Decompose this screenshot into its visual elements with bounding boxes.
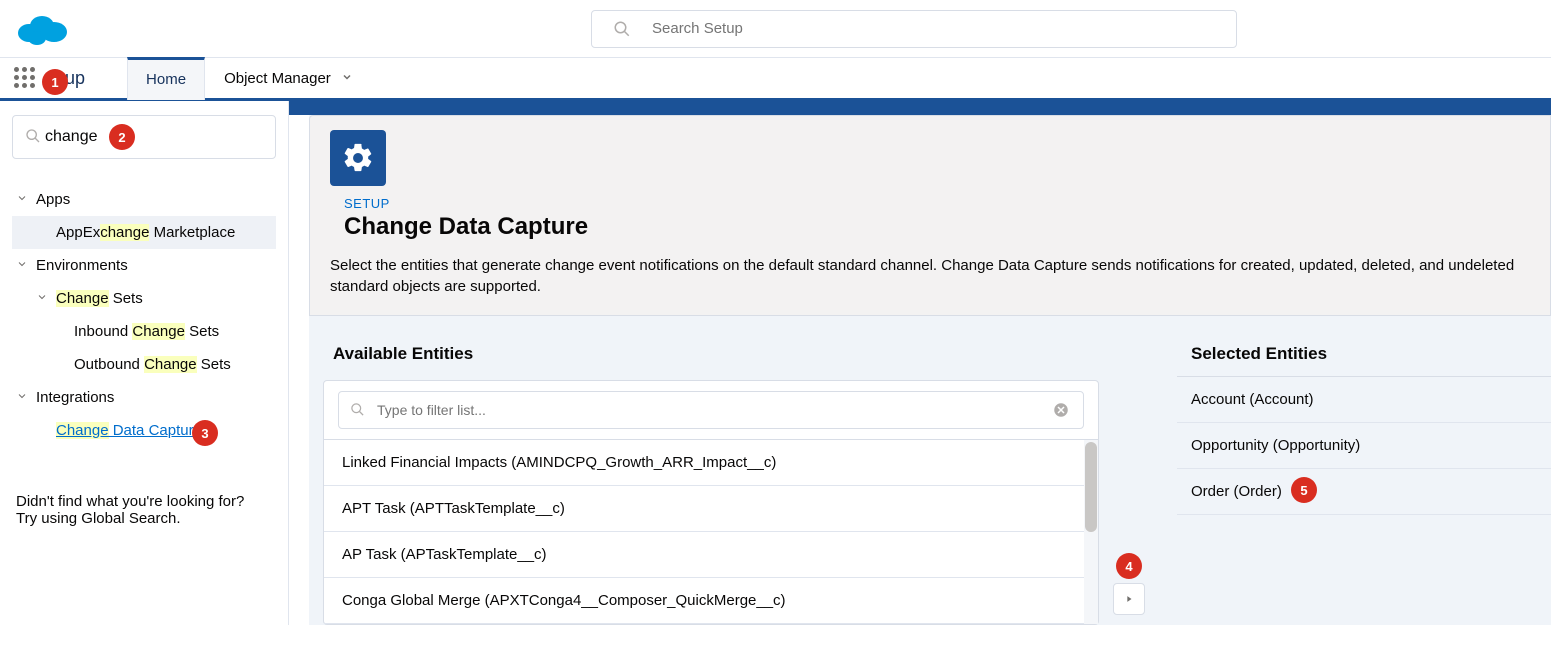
dual-listbox: Available Entities Linked Financial Impa… (309, 324, 1551, 625)
annotation-marker-1: 1 (42, 69, 68, 95)
tree-label-integrations: Integrations (36, 389, 114, 406)
tab-home[interactable]: Home (127, 57, 205, 100)
selected-list: Account (Account) Opportunity (Opportuni… (1177, 376, 1551, 515)
transfer-buttons: 4 (1099, 332, 1159, 625)
tab-object-manager[interactable]: Object Manager (205, 57, 372, 100)
tree-item-label: Outbound Change Sets (74, 356, 231, 373)
filter-row (324, 381, 1098, 439)
search-icon (613, 20, 631, 41)
tree-node-integrations[interactable]: Integrations (12, 381, 276, 414)
page-header: SETUP Change Data Capture Select the ent… (309, 115, 1551, 316)
tree-label-environments: Environments (36, 257, 128, 274)
chevron-down-icon (16, 257, 30, 274)
tree-item-change-data-capture[interactable]: Change Data Capture 3 (12, 414, 276, 447)
global-search (591, 10, 1237, 48)
tree-item-inbound-change-sets[interactable]: Inbound Change Sets (12, 315, 276, 348)
list-item[interactable]: Opportunity (Opportunity) (1177, 423, 1551, 469)
nav-tabs: Home Object Manager (127, 57, 372, 100)
gear-icon (330, 130, 386, 186)
annotation-marker-4: 4 (1116, 553, 1142, 579)
tree-item-outbound-change-sets[interactable]: Outbound Change Sets (12, 348, 276, 381)
filter-input[interactable] (338, 391, 1084, 429)
waffle-icon (14, 67, 36, 89)
chevron-down-icon (341, 70, 353, 87)
list-item[interactable]: AP Task (APTaskTemplate__c) (324, 532, 1098, 578)
list-item[interactable]: APT Task (APTTaskTemplate__c) (324, 486, 1098, 532)
selected-entities-column: Selected Entities Account (Account) Oppo… (1177, 332, 1551, 625)
clear-icon[interactable] (1052, 401, 1070, 422)
annotation-marker-5: 5 (1291, 477, 1317, 503)
tree-node-apps[interactable]: Apps (12, 183, 276, 216)
setup-search: 2 (12, 115, 276, 159)
tree-item-appexchange[interactable]: AppExchange Marketplace (12, 216, 276, 249)
sidebar-help-text: Didn't find what you're looking for? Try… (12, 493, 276, 527)
annotation-marker-2: 2 (109, 124, 135, 150)
available-list: Linked Financial Impacts (AMINDCPQ_Growt… (324, 439, 1098, 624)
tree-item-label: Change Data Capture (56, 422, 202, 439)
list-item[interactable]: Linked Financial Impacts (AMINDCPQ_Growt… (324, 440, 1098, 486)
tree-label-apps: Apps (36, 191, 70, 208)
setup-search-input[interactable] (27, 128, 261, 146)
nav-bar: 1 etup Home Object Manager (0, 58, 1551, 101)
app-launcher[interactable]: 1 etup (0, 67, 99, 89)
scrollbar[interactable] (1084, 440, 1098, 624)
tab-object-manager-label: Object Manager (224, 70, 331, 87)
chevron-down-icon (36, 290, 50, 307)
page-description: Select the entities that generate change… (330, 255, 1530, 297)
list-item[interactable]: Account (Account) (1177, 377, 1551, 423)
tree-item-label: Inbound Change Sets (74, 323, 219, 340)
tree-node-environments[interactable]: Environments (12, 249, 276, 282)
breadcrumb: SETUP (344, 196, 1530, 211)
chevron-down-icon (16, 389, 30, 406)
list-item[interactable]: Order (Order) 5 (1177, 469, 1551, 515)
page-title: Change Data Capture (344, 213, 1530, 241)
top-bar (0, 0, 1551, 58)
available-title: Available Entities (333, 344, 1099, 364)
salesforce-logo (12, 8, 72, 50)
list-item[interactable]: Conga Global Merge (APXTConga4__Composer… (324, 578, 1098, 624)
search-icon (25, 128, 41, 147)
tree-item-label: AppExchange Marketplace (56, 224, 235, 241)
annotation-marker-3: 3 (192, 420, 218, 446)
tab-home-label: Home (146, 71, 186, 88)
setup-sidebar: 2 Apps AppExchange Marketplace Environme… (0, 101, 289, 625)
search-icon (350, 402, 365, 420)
selected-title: Selected Entities (1191, 344, 1551, 364)
content-area: SETUP Change Data Capture Select the ent… (289, 101, 1551, 625)
move-right-button[interactable] (1113, 583, 1145, 615)
tree-node-change-sets[interactable]: Change Sets (12, 282, 276, 315)
available-entities-column: Available Entities Linked Financial Impa… (319, 332, 1099, 625)
global-search-input[interactable] (591, 10, 1237, 48)
tree-item-label: Change Sets (56, 290, 143, 307)
chevron-down-icon (16, 191, 30, 208)
